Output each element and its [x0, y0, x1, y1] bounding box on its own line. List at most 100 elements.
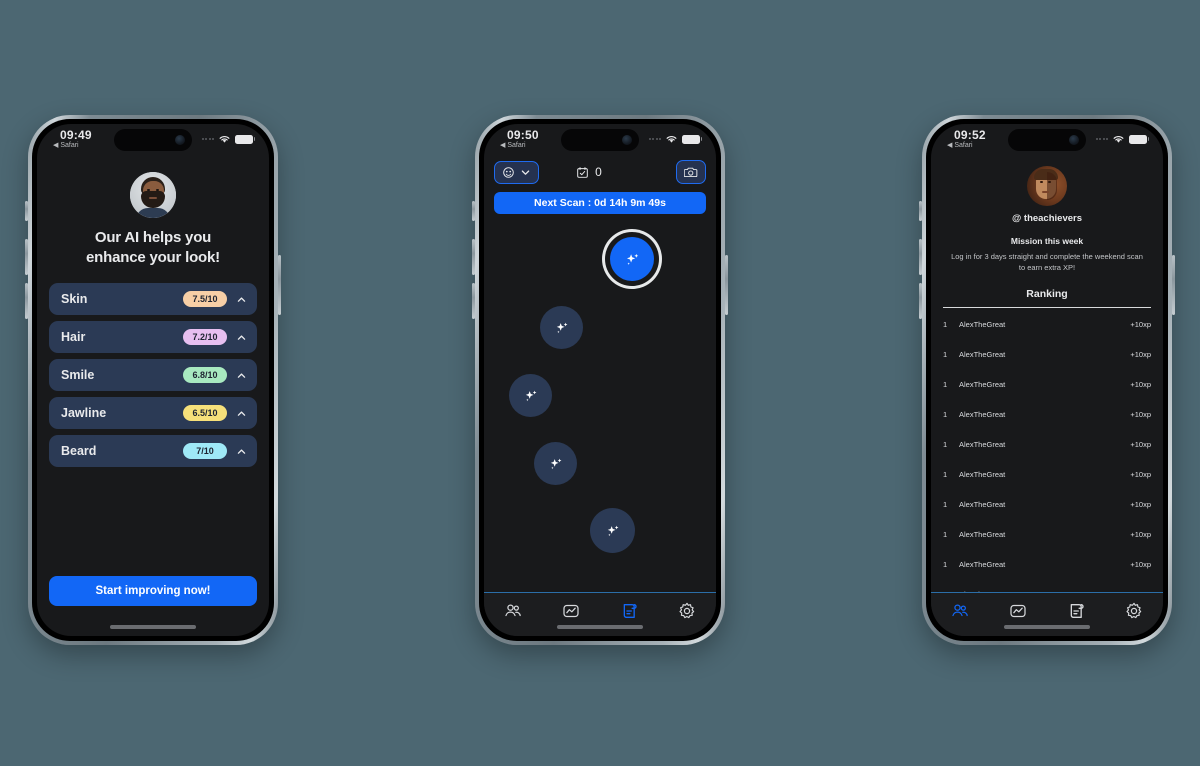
table-row[interactable]: 1 AlexTheGreat +10xp: [943, 400, 1151, 430]
streak-count: 0: [595, 165, 602, 179]
score-row-skin[interactable]: Skin 7.5/10: [49, 283, 257, 315]
score-badge: 6.5/10: [183, 405, 227, 421]
next-scan-banner[interactable]: Next Scan : 0d 14h 9m 49s: [494, 192, 706, 214]
table-row[interactable]: 1 AlexTheGreat +10xp: [943, 340, 1151, 370]
phone-bezel: 09:49 ◀ Safari Our AI helps you enhance …: [32, 119, 274, 641]
table-row[interactable]: 1 AlexTheGreat +10xp: [943, 310, 1151, 340]
rank-username: AlexTheGreat: [959, 560, 1006, 570]
mission-title: Mission this week: [1010, 236, 1084, 246]
table-row[interactable]: 1 AlexTheGreat +10xp: [943, 460, 1151, 490]
journey-node-1[interactable]: [610, 237, 654, 281]
chevron-up-icon[interactable]: [236, 294, 247, 305]
tab-journey[interactable]: [612, 598, 646, 624]
home-indicator[interactable]: [557, 625, 643, 629]
rank-username: AlexTheGreat: [959, 380, 1006, 390]
wifi-icon: [219, 136, 230, 143]
chevron-up-icon[interactable]: [236, 446, 247, 457]
cta-wrapper: Start improving now!: [49, 576, 257, 606]
dynamic-island: [561, 129, 639, 151]
home-indicator[interactable]: [1004, 625, 1090, 629]
chevron-up-icon[interactable]: [236, 370, 247, 381]
table-row[interactable]: 1 AlexTheGreat +10xp: [943, 430, 1151, 460]
sparkle-icon: [525, 390, 536, 401]
scroll-icon: [1070, 603, 1084, 618]
page-title: Our AI helps you enhance your look!: [49, 228, 257, 267]
tab-community[interactable]: [943, 598, 977, 624]
table-row[interactable]: 1 AlexTheGreat +10xp: [943, 550, 1151, 580]
power-button[interactable]: [278, 255, 281, 315]
score-row-hair[interactable]: Hair 7.2/10: [49, 321, 257, 353]
score-badge: 7.2/10: [183, 329, 227, 345]
volume-down-button[interactable]: [25, 283, 28, 319]
status-bar: 09:49 ◀ Safari: [37, 124, 269, 154]
table-row[interactable]: 1 AlexTheGreat +10xp: [943, 520, 1151, 550]
signal-dots-icon: [648, 138, 661, 140]
rank-username: AlexTheGreat: [959, 440, 1006, 450]
status-time: 09:52: [954, 128, 986, 142]
wifi-icon: [1113, 136, 1124, 143]
volume-down-button[interactable]: [472, 283, 475, 319]
toolbar: 0: [494, 160, 706, 184]
journey-node-3[interactable]: [509, 374, 552, 417]
rank-xp: +10xp: [1130, 560, 1151, 570]
volume-up-button[interactable]: [25, 239, 28, 275]
journey-node-5[interactable]: [590, 508, 635, 553]
rank-position: 1: [943, 350, 948, 360]
tab-settings[interactable]: [670, 598, 704, 624]
score-label: Hair: [61, 330, 86, 344]
profile-avatar[interactable]: [1027, 166, 1067, 206]
rank-xp: +10xp: [1130, 530, 1151, 540]
chevron-up-icon[interactable]: [236, 332, 247, 343]
user-avatar: [130, 172, 176, 218]
phone-bezel: 09:52 ◀ Safari @ theachievers Mission th…: [926, 119, 1168, 641]
score-badge: 6.8/10: [183, 367, 227, 383]
tab-settings[interactable]: [1117, 598, 1151, 624]
tab-progress[interactable]: [554, 598, 588, 624]
silent-switch[interactable]: [919, 201, 922, 221]
chart-box-icon: [563, 604, 579, 617]
silent-switch[interactable]: [25, 201, 28, 221]
power-button[interactable]: [725, 255, 728, 315]
tab-bar: [484, 592, 716, 636]
score-row-beard[interactable]: Beard 7/10: [49, 435, 257, 467]
score-row-jawline[interactable]: Jawline 6.5/10: [49, 397, 257, 429]
home-indicator[interactable]: [110, 625, 196, 629]
camera-button[interactable]: [675, 160, 706, 184]
phone-bezel: 09:50 ◀ Safari 0 Next Scan: 0d 14h 9m 4…: [479, 119, 721, 641]
back-to-safari[interactable]: ◀ Safari: [500, 142, 526, 149]
screenshot-stage: 09:49 ◀ Safari Our AI helps you enhance …: [0, 0, 1200, 766]
streak-counter[interactable]: 0: [576, 165, 602, 179]
status-time: 09:49: [60, 128, 92, 142]
volume-up-button[interactable]: [472, 239, 475, 275]
volume-up-button[interactable]: [919, 239, 922, 275]
power-button[interactable]: [1172, 255, 1175, 315]
rank-position: 1: [943, 560, 948, 570]
phone-ranking: 09:52 ◀ Safari @ theachievers Mission th…: [919, 115, 1175, 645]
back-to-safari[interactable]: ◀ Safari: [947, 142, 973, 149]
chevron-up-icon[interactable]: [236, 408, 247, 419]
table-row[interactable]: 1 AlexTheGreat +10xp: [943, 370, 1151, 400]
rank-username: AlexTheGreat: [959, 320, 1006, 330]
battery-icon: [1129, 134, 1150, 144]
rank-xp: +10xp: [1130, 320, 1151, 330]
back-to-safari[interactable]: ◀ Safari: [53, 142, 79, 149]
sparkle-icon: [607, 525, 618, 536]
score-row-smile[interactable]: Smile 6.8/10: [49, 359, 257, 391]
status-bar: 09:52 ◀ Safari: [931, 124, 1163, 154]
tab-journey[interactable]: [1059, 598, 1093, 624]
start-improving-button[interactable]: Start improving now!: [49, 576, 257, 606]
silent-switch[interactable]: [472, 201, 475, 221]
chart-box-icon: [1010, 604, 1026, 617]
battery-icon: [235, 134, 256, 144]
analysis-content: Our AI helps you enhance your look! Skin…: [37, 154, 269, 467]
journey-node-4[interactable]: [534, 442, 577, 485]
journey-node-2[interactable]: [540, 306, 583, 349]
tab-community[interactable]: [496, 598, 530, 624]
face-selector-dropdown[interactable]: [494, 160, 539, 184]
tab-progress[interactable]: [1001, 598, 1035, 624]
ranking-title: Ranking: [1026, 287, 1068, 300]
ranking-list[interactable]: 1 AlexTheGreat +10xp 1 AlexTheGreat +10x…: [943, 310, 1151, 610]
table-row[interactable]: 1 AlexTheGreat +10xp: [943, 490, 1151, 520]
screen-analysis: 09:49 ◀ Safari Our AI helps you enhance …: [37, 124, 269, 636]
volume-down-button[interactable]: [919, 283, 922, 319]
